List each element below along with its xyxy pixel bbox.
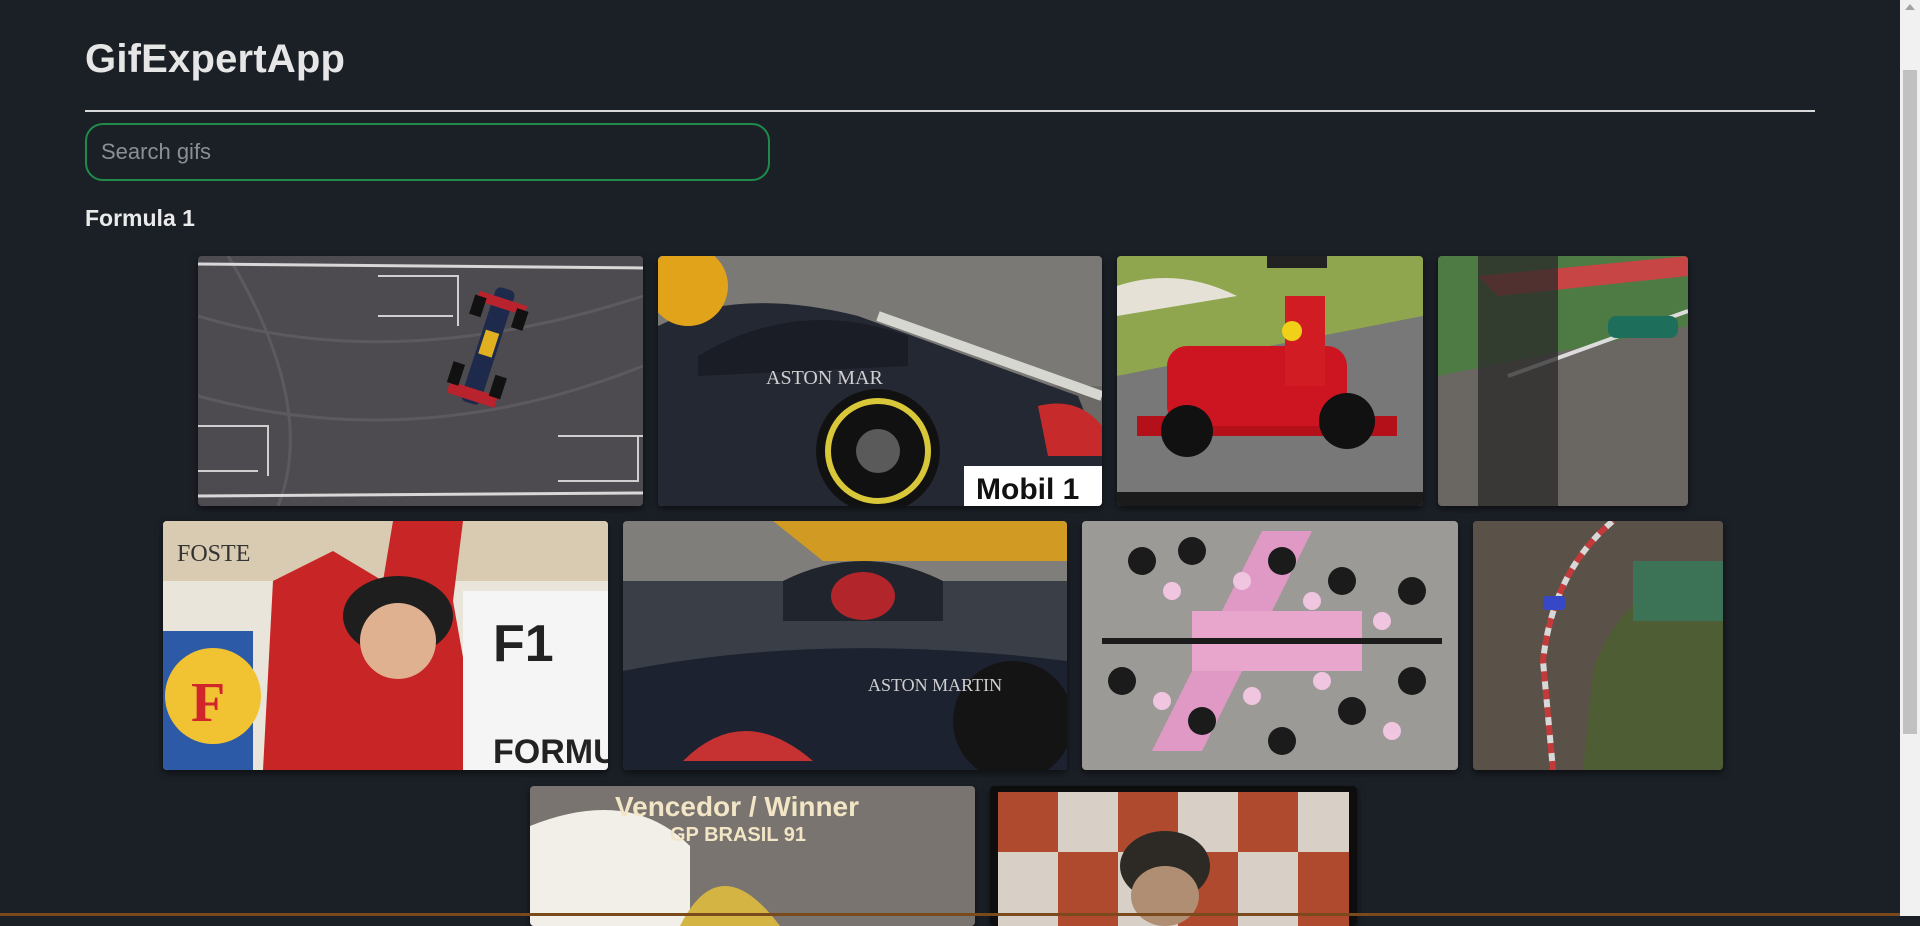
svg-text:FOSTE: FOSTE [177,541,250,567]
gif-card[interactable] [1473,521,1723,770]
gif-card[interactable] [1082,521,1458,770]
gif-image [1082,521,1458,770]
gif-card[interactable]: ASTON MARTIN [623,521,1067,770]
gif-image [198,256,643,506]
app-title: GifExpertApp [85,37,346,81]
gif-card[interactable] [198,256,643,506]
category-title: Formula 1 [85,205,195,231]
svg-text:GP BRASIL 91: GP BRASIL 91 [670,824,806,846]
svg-text:ASTON MAR: ASTON MAR [766,367,884,389]
gif-image: ASTON MARTIN [623,521,1067,770]
divider [85,110,1815,112]
gif-card[interactable] [1117,256,1423,506]
gif-image [1117,256,1423,506]
gif-image [990,786,1357,926]
gif-image: F FOSTE F1 FORMUL [163,521,608,770]
svg-text:Vencedor / Winner: Vencedor / Winner [615,791,859,822]
svg-text:FORMUL: FORMUL [493,733,608,770]
svg-text:Mobil 1: Mobil 1 [976,473,1079,506]
svg-text:F1: F1 [493,615,554,673]
svg-text:F: F [191,672,225,734]
gif-card[interactable]: Vencedor / Winner GP BRASIL 91 [530,786,975,926]
gif-image [1438,256,1688,506]
svg-text:ASTON MARTIN: ASTON MARTIN [868,675,1002,695]
vertical-scrollbar[interactable] [1900,0,1920,916]
scrollbar-thumb[interactable] [1903,70,1917,734]
scroll-up-icon[interactable] [1905,4,1915,10]
gif-image [1473,521,1723,770]
gif-card[interactable]: F FOSTE F1 FORMUL [163,521,608,770]
gif-image: Mobil 1 ASTON MAR [658,256,1102,506]
gif-card[interactable] [1438,256,1688,506]
gif-card[interactable] [990,786,1357,926]
gif-card[interactable]: Mobil 1 ASTON MAR [658,256,1102,506]
gif-image: Vencedor / Winner GP BRASIL 91 [530,786,975,926]
search-input[interactable] [85,123,770,181]
